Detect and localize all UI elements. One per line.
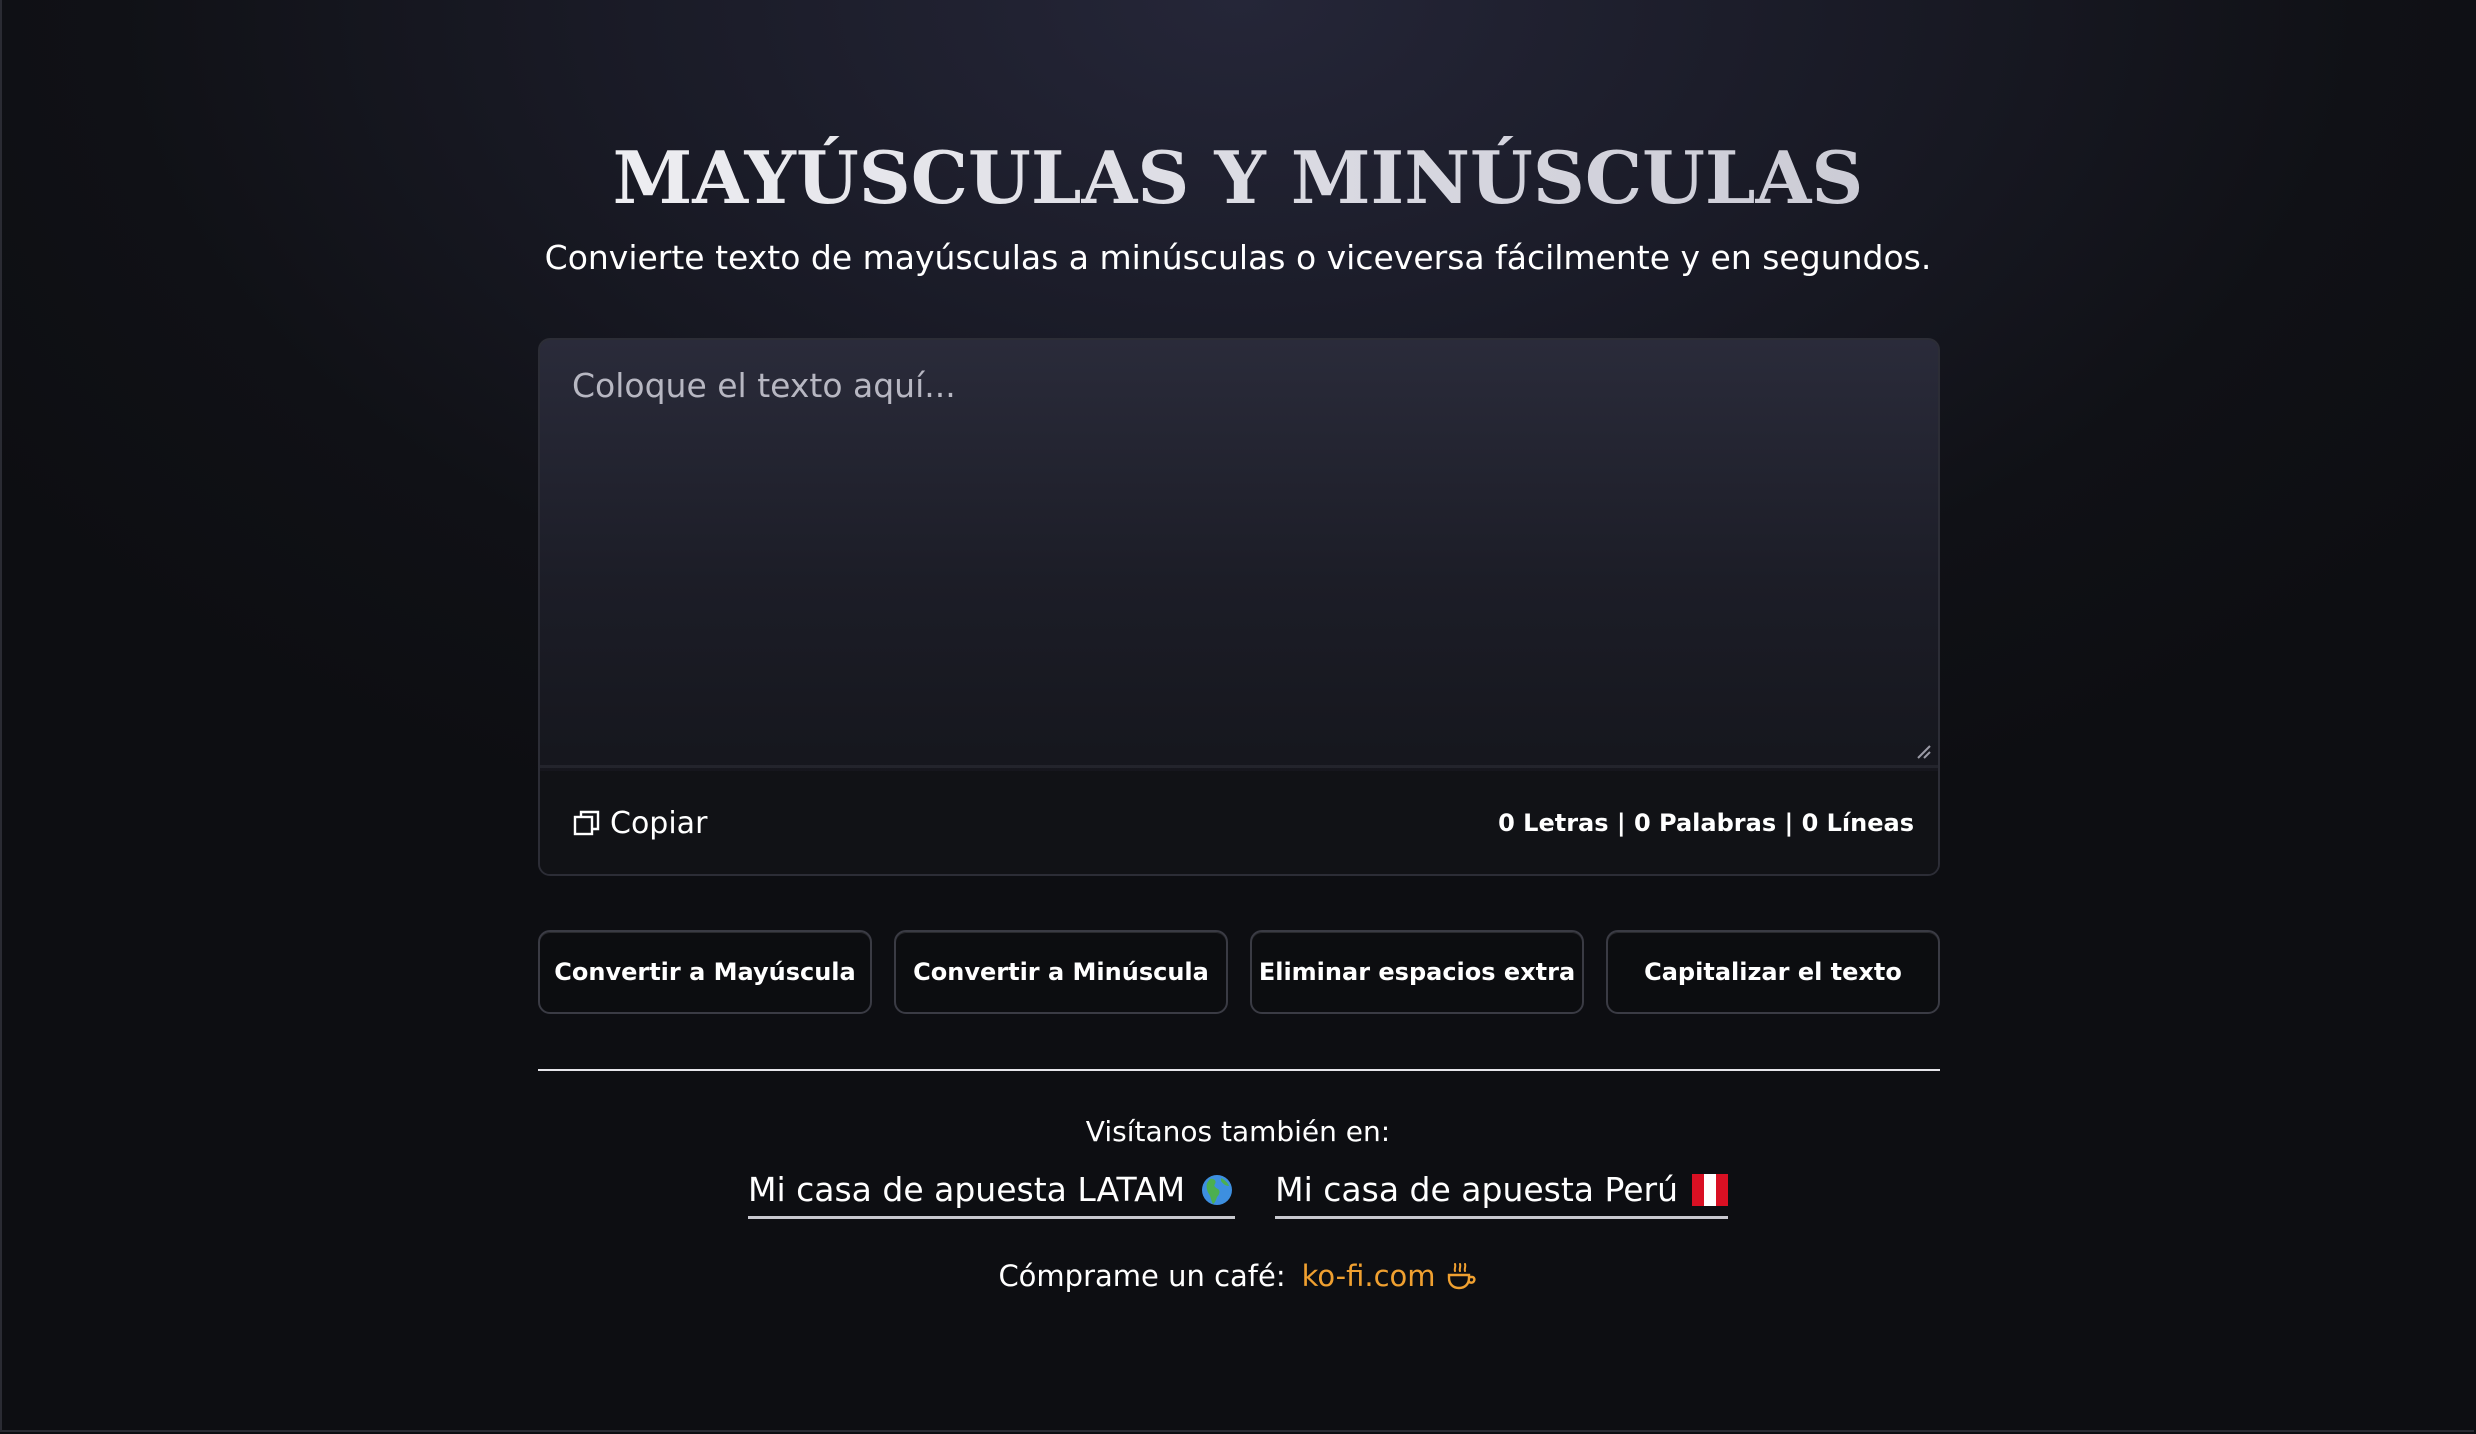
page-subtitle: Convierte texto de mayúsculas a minúscul… bbox=[544, 238, 1932, 277]
convert-lowercase-button[interactable]: Convertir a Minúscula bbox=[894, 930, 1228, 1014]
external-links: Mi casa de apuesta LATAM Mi casa de apue… bbox=[0, 1168, 2476, 1219]
text-editor-panel: Copiar 0 Letras | 0 Palabras | 0 Líneas bbox=[538, 338, 1940, 876]
kofi-link-label: ko-fi.com bbox=[1301, 1259, 1436, 1293]
footer-divider bbox=[538, 1069, 1940, 1071]
peru-link-label: Mi casa de apuesta Perú bbox=[1275, 1170, 1679, 1209]
copy-button-label: Copiar bbox=[610, 805, 708, 841]
text-input[interactable] bbox=[540, 340, 1938, 768]
kofi-link[interactable]: ko-fi.com bbox=[1302, 1254, 1478, 1298]
resize-handle-icon[interactable] bbox=[1914, 742, 1932, 760]
copy-icon bbox=[573, 810, 600, 836]
coffee-cup-icon bbox=[1447, 1263, 1476, 1290]
buy-coffee-label: Cómprame un café: bbox=[998, 1259, 1286, 1293]
latam-link-label: Mi casa de apuesta LATAM bbox=[747, 1170, 1186, 1209]
peru-link[interactable]: Mi casa de apuesta Perú bbox=[1275, 1168, 1729, 1219]
editor-footer: Copiar 0 Letras | 0 Palabras | 0 Líneas bbox=[540, 771, 1938, 874]
capitalize-text-button[interactable]: Capitalizar el texto bbox=[1606, 930, 1940, 1014]
action-buttons: Convertir a Mayúscula Convertir a Minúsc… bbox=[538, 930, 1940, 1014]
latam-link[interactable]: Mi casa de apuesta LATAM bbox=[747, 1168, 1236, 1219]
coffee-row: Cómprame un café: ko-fi.com bbox=[0, 1254, 2476, 1298]
copy-button[interactable]: Copiar bbox=[572, 801, 707, 845]
globe-americas-icon bbox=[1202, 1175, 1233, 1205]
visit-us-label: Visítanos también en: bbox=[1085, 1115, 1391, 1148]
text-counts: 0 Letras | 0 Palabras | 0 Líneas bbox=[1498, 809, 1914, 837]
remove-extra-spaces-button[interactable]: Eliminar espacios extra bbox=[1250, 930, 1584, 1014]
convert-uppercase-button[interactable]: Convertir a Mayúscula bbox=[538, 930, 872, 1014]
peru-flag-icon bbox=[1692, 1174, 1729, 1206]
page-title: MAYÚSCULAS Y MINÚSCULAS bbox=[0, 128, 2476, 228]
